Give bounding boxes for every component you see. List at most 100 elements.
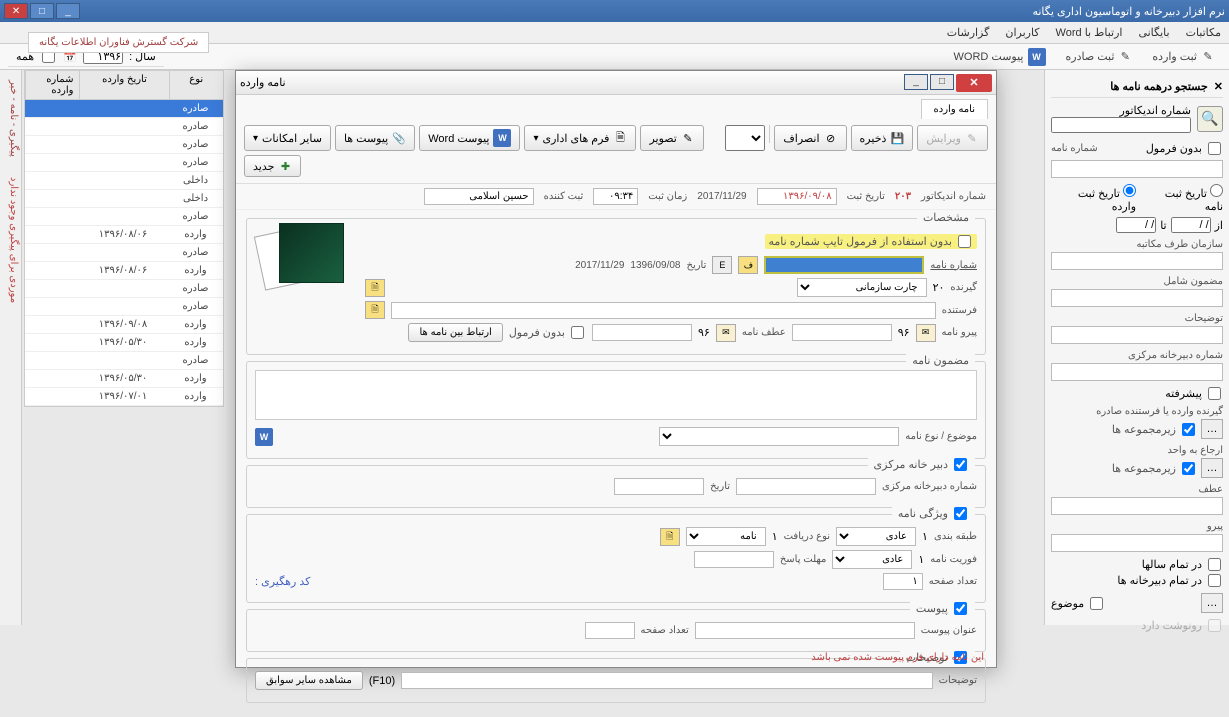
- tb-word-attach[interactable]: Wپیوست WORD: [948, 46, 1052, 68]
- subject-more-button[interactable]: …: [1201, 593, 1223, 613]
- notes-input[interactable]: [401, 672, 932, 689]
- org-input[interactable]: [1051, 252, 1223, 270]
- dialog-max-button[interactable]: □: [930, 74, 954, 90]
- atf-input[interactable]: [1051, 497, 1223, 515]
- col-type-header[interactable]: نوع: [169, 71, 223, 99]
- col-date-header[interactable]: تاریخ وارده: [79, 71, 168, 99]
- view-history-button[interactable]: مشاهده سایر سوابق: [255, 671, 363, 690]
- no-formula-type-checkbox[interactable]: [958, 235, 971, 248]
- forms-button[interactable]: 🗎فرم های اداری ▾: [524, 125, 636, 151]
- menu-reports[interactable]: گزارشات: [947, 26, 990, 39]
- advanced-checkbox[interactable]: [1208, 387, 1221, 400]
- search-close-icon[interactable]: ✕: [1214, 80, 1223, 93]
- no-formula-checkbox[interactable]: [1208, 142, 1221, 155]
- other-options-button[interactable]: سایر امکانات ▾: [244, 125, 331, 151]
- table-row[interactable]: وارده۱۳۹۶/۰۷/۰۱: [25, 388, 223, 406]
- peyro-mail-icon[interactable]: ✉: [916, 324, 936, 342]
- reg-time-field[interactable]: [593, 188, 638, 205]
- receiver-select[interactable]: چارت سازمانی: [797, 278, 927, 297]
- table-row[interactable]: وارده۱۳۹۶/۰۹/۰۸: [25, 316, 223, 334]
- table-row[interactable]: صادره: [25, 118, 223, 136]
- table-row[interactable]: داخلی: [25, 190, 223, 208]
- subject-chk[interactable]: [1090, 597, 1103, 610]
- attrs-checkbox[interactable]: [954, 507, 967, 520]
- new-button[interactable]: ✚جدید: [244, 155, 301, 177]
- sender-browse-button[interactable]: 🗎: [365, 301, 385, 319]
- dialog-min-button[interactable]: _: [904, 74, 928, 90]
- table-row[interactable]: صادره: [25, 352, 223, 370]
- formula-button[interactable]: ف: [738, 256, 758, 274]
- table-row[interactable]: وارده۱۳۹۶/۰۸/۰۶: [25, 262, 223, 280]
- table-row[interactable]: وارده۱۳۹۶/۰۸/۰۶: [25, 226, 223, 244]
- content-textarea[interactable]: [255, 370, 977, 420]
- recv-type-select[interactable]: نامه: [686, 527, 766, 546]
- cancel-button[interactable]: ⊘انصراف: [774, 125, 846, 151]
- menu-archive[interactable]: بایگانی: [1138, 26, 1169, 39]
- image-button[interactable]: ✎تصویر: [640, 125, 703, 151]
- menu-mail[interactable]: مکاتبات: [1186, 26, 1221, 39]
- dialog-close-button[interactable]: ✕: [956, 74, 992, 92]
- link-letters-button[interactable]: ارتباط بین نامه ها: [408, 323, 502, 342]
- inc-date-radio[interactable]: [1123, 184, 1136, 197]
- minimize-button[interactable]: _: [56, 3, 80, 19]
- receiver-browse-button[interactable]: 🗎: [365, 279, 385, 297]
- letter-no-input[interactable]: [1051, 160, 1223, 178]
- date-to-input[interactable]: [1116, 217, 1156, 233]
- table-row[interactable]: داخلی: [25, 172, 223, 190]
- table-row[interactable]: صادره: [25, 136, 223, 154]
- table-row[interactable]: صادره: [25, 244, 223, 262]
- subject-type-select[interactable]: [659, 427, 899, 446]
- dropdown[interactable]: [725, 125, 765, 151]
- table-row[interactable]: صادره: [25, 298, 223, 316]
- central-no-input[interactable]: [1051, 363, 1223, 381]
- central-no-input[interactable]: [736, 478, 876, 495]
- central-date-input[interactable]: [614, 478, 704, 495]
- col-no-header[interactable]: شماره وارده: [25, 71, 79, 99]
- peyro-input[interactable]: [792, 324, 892, 341]
- date-from-input[interactable]: [1171, 217, 1211, 233]
- subsets-checkbox[interactable]: [1182, 423, 1195, 436]
- table-row[interactable]: صادره: [25, 280, 223, 298]
- indicator-input[interactable]: [1051, 117, 1191, 133]
- urgency-select[interactable]: عادی: [832, 550, 912, 569]
- central-checkbox[interactable]: [954, 458, 967, 471]
- notes-input[interactable]: [1051, 326, 1223, 344]
- e-button[interactable]: E: [712, 256, 732, 274]
- vtab-followup[interactable]: پیگیری - نامه - خبر: [6, 70, 21, 167]
- attachments-button[interactable]: 📎پیوست ها: [335, 125, 415, 151]
- class-select[interactable]: عادی: [836, 527, 916, 546]
- more-button-2[interactable]: …: [1201, 458, 1223, 478]
- no-formula2-checkbox[interactable]: [571, 326, 584, 339]
- table-row[interactable]: وارده۱۳۹۶/۰۵/۳۰: [25, 334, 223, 352]
- maximize-button[interactable]: □: [30, 3, 54, 19]
- menu-users[interactable]: کاربران: [1005, 26, 1039, 39]
- reg-date-radio[interactable]: [1210, 184, 1223, 197]
- table-row[interactable]: صادره: [25, 100, 223, 118]
- menu-word[interactable]: ارتباط با Word: [1056, 26, 1123, 39]
- word-icon[interactable]: W: [255, 428, 273, 446]
- subsets2-checkbox[interactable]: [1182, 462, 1195, 475]
- sender-input[interactable]: [391, 302, 936, 319]
- search-icon[interactable]: 🔍: [1197, 106, 1223, 132]
- attr-browse-button[interactable]: 🗎: [660, 528, 680, 546]
- word-attach-button[interactable]: Wپیوست Word: [419, 125, 520, 151]
- deadline-input[interactable]: [694, 551, 774, 568]
- reg-date-field[interactable]: [757, 188, 837, 205]
- all-years-chk[interactable]: [1208, 558, 1221, 571]
- atf-input[interactable]: [592, 324, 692, 341]
- all-secs-chk[interactable]: [1208, 574, 1221, 587]
- peyro-input[interactable]: [1051, 534, 1223, 552]
- dialog-tab[interactable]: نامه وارده: [921, 99, 988, 119]
- tb-outgoing[interactable]: ✎ثبت صادره: [1060, 48, 1139, 66]
- atf-mail-icon[interactable]: ✉: [716, 324, 736, 342]
- table-row[interactable]: صادره: [25, 208, 223, 226]
- table-row[interactable]: صادره: [25, 154, 223, 172]
- more-button[interactable]: …: [1201, 419, 1223, 439]
- save-button[interactable]: 💾ذخیره: [851, 125, 914, 151]
- tb-incoming[interactable]: ✎ثبت وارده: [1146, 48, 1221, 66]
- table-row[interactable]: وارده۱۳۹۶/۰۵/۳۰: [25, 370, 223, 388]
- pages-input[interactable]: [883, 573, 923, 590]
- letter-number-input[interactable]: [764, 256, 924, 274]
- subject-input[interactable]: [1051, 289, 1223, 307]
- attach-checkbox[interactable]: [954, 602, 967, 615]
